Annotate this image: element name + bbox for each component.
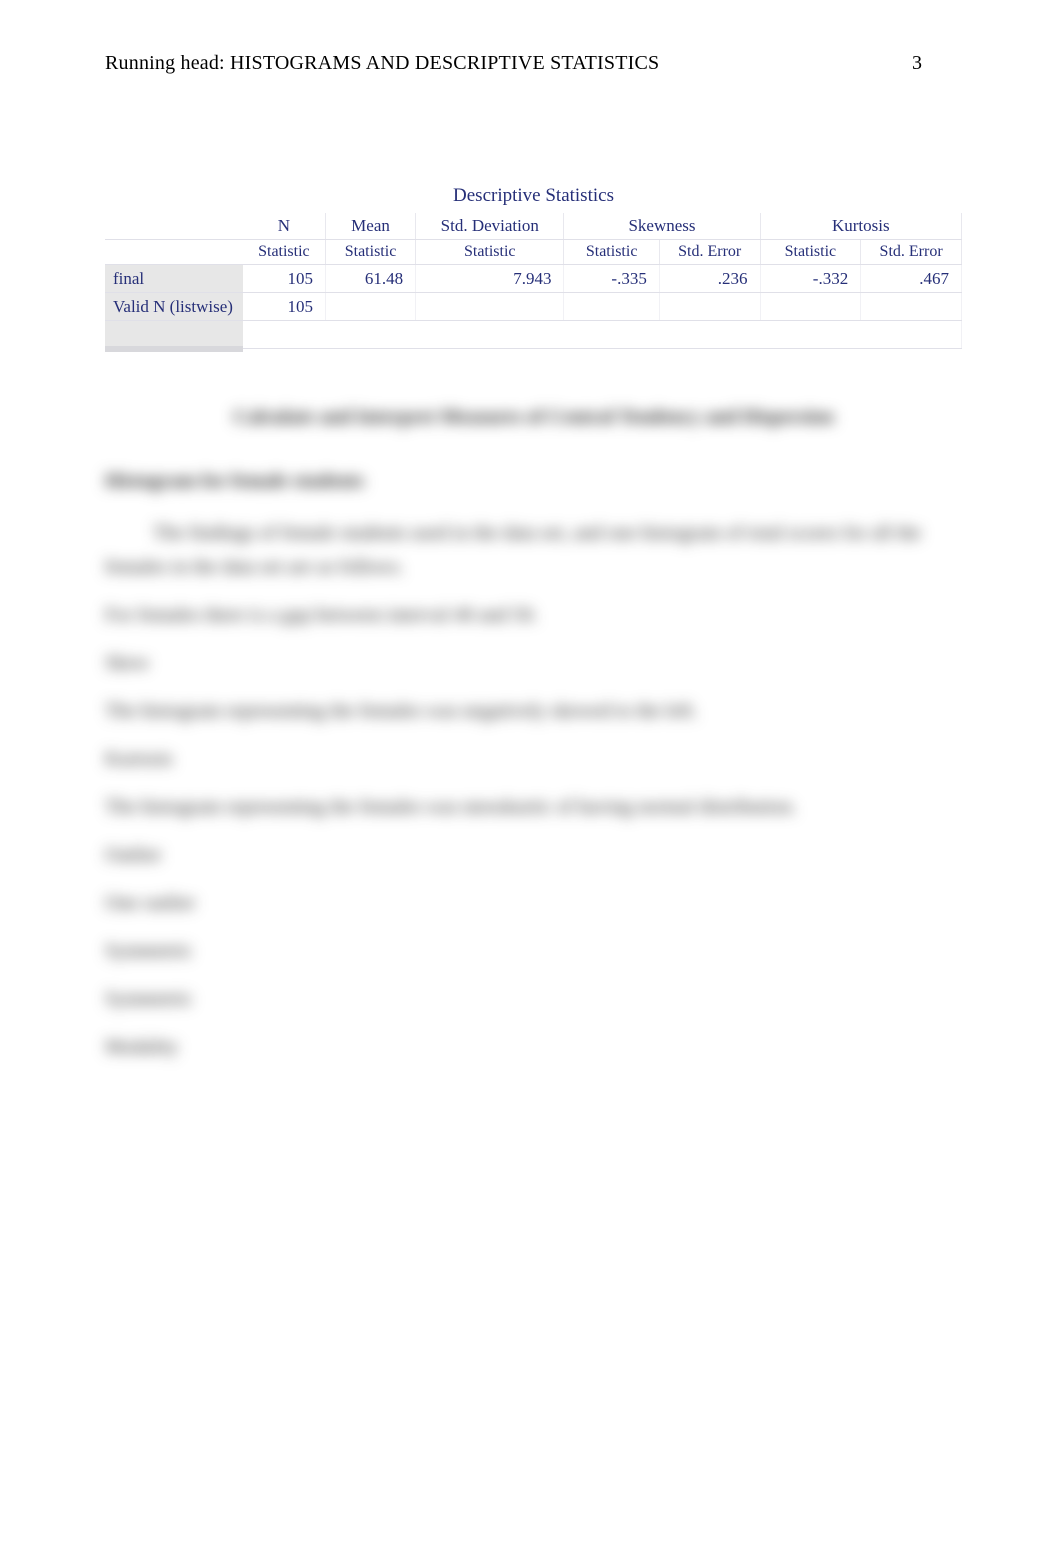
blurred-line: Outlier	[105, 838, 962, 872]
table-bottom-bar	[105, 321, 962, 349]
col-mean: Mean	[325, 213, 415, 240]
col-kurtosis: Kurtosis	[760, 213, 961, 240]
running-head-text: Running head: HISTOGRAMS AND DESCRIPTIVE…	[105, 52, 659, 75]
row-label-validn: Valid N (listwise)	[105, 293, 243, 321]
table-row: final 105 61.48 7.943 -.335 .236 -.332 .…	[105, 265, 962, 293]
blurred-line: The histogram representing the females w…	[105, 694, 962, 728]
cell-kurt-err	[861, 293, 962, 321]
sub-kurt-stat: Statistic	[760, 240, 861, 265]
col-n: N	[243, 213, 326, 240]
col-blank	[105, 213, 243, 240]
blurred-line: Symmetric	[105, 934, 962, 968]
blurred-line: One outlier	[105, 886, 962, 920]
page-number: 3	[912, 52, 962, 75]
cell-mean	[325, 293, 415, 321]
blurred-line: Symmetric	[105, 982, 962, 1016]
sub-n: Statistic	[243, 240, 326, 265]
table-header-row-groups: N Mean Std. Deviation Skewness Kurtosis	[105, 213, 962, 240]
blurred-content: Calculate and Interpret Measures of Cent…	[105, 400, 962, 1064]
cell-kurt-err: .467	[861, 265, 962, 293]
blurred-paragraph-1: The findings of female students used in …	[105, 516, 962, 584]
blurred-line: Skew	[105, 646, 962, 680]
blurred-line: Kurtosis	[105, 742, 962, 776]
cell-skew-err	[659, 293, 760, 321]
blurred-line: The histogram representing the females w…	[105, 790, 962, 824]
sub-blank	[105, 240, 243, 265]
sub-std: Statistic	[416, 240, 564, 265]
running-head-row: Running head: HISTOGRAMS AND DESCRIPTIVE…	[105, 52, 962, 75]
cell-n: 105	[243, 265, 326, 293]
cell-skew-stat: -.335	[564, 265, 659, 293]
cell-n: 105	[243, 293, 326, 321]
descriptive-statistics-table: N Mean Std. Deviation Skewness Kurtosis …	[105, 213, 962, 352]
blurred-line: For females there is a gap between inter…	[105, 598, 962, 632]
sub-skew-err: Std. Error	[659, 240, 760, 265]
sub-kurt-err: Std. Error	[861, 240, 962, 265]
cell-skew-stat	[564, 293, 659, 321]
cell-kurt-stat: -.332	[760, 265, 861, 293]
blurred-subheading-1: Histogram for female students	[105, 464, 962, 498]
cell-std	[416, 293, 564, 321]
table-row: Valid N (listwise) 105	[105, 293, 962, 321]
sub-skew-stat: Statistic	[564, 240, 659, 265]
table-header-row-sub: Statistic Statistic Statistic Statistic …	[105, 240, 962, 265]
table-title: Descriptive Statistics	[105, 185, 962, 207]
cell-std: 7.943	[416, 265, 564, 293]
cell-skew-err: .236	[659, 265, 760, 293]
row-label-final: final	[105, 265, 243, 293]
col-std: Std. Deviation	[416, 213, 564, 240]
sub-mean: Statistic	[325, 240, 415, 265]
col-skewness: Skewness	[564, 213, 760, 240]
blurred-line: Modality	[105, 1030, 962, 1064]
cell-mean: 61.48	[325, 265, 415, 293]
descriptive-statistics-section: Descriptive Statistics N Mean Std. Devia…	[105, 185, 962, 352]
cell-kurt-stat	[760, 293, 861, 321]
blurred-section-heading: Calculate and Interpret Measures of Cent…	[105, 400, 962, 434]
